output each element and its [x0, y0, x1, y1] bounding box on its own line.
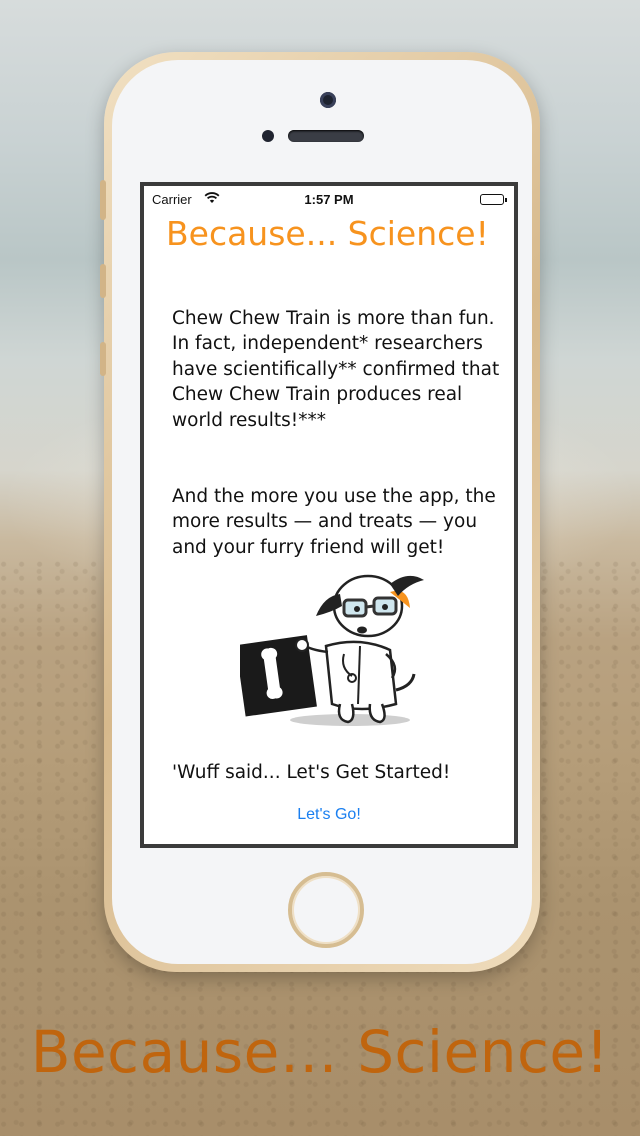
lets-go-button[interactable]: Let's Go!: [144, 806, 514, 824]
home-button[interactable]: [288, 872, 364, 948]
status-bar: Carrier 1:57 PM: [144, 186, 514, 210]
phone-frame: Carrier 1:57 PM Because... Science! Chew…: [100, 52, 540, 972]
scientist-dog-illustration: [240, 574, 424, 726]
intro-text: Chew Chew Train is more than fun. In fac…: [172, 280, 502, 586]
mute-switch: [100, 180, 106, 220]
front-camera: [320, 92, 336, 108]
proximity-sensor: [262, 130, 274, 142]
screen-title: Because... Science!: [166, 214, 489, 253]
promo-caption: Because… Science!: [30, 1018, 610, 1086]
get-started-tagline: 'Wuff said... Let's Get Started!: [172, 762, 451, 783]
app-screen: Carrier 1:57 PM Because... Science! Chew…: [140, 182, 518, 848]
intro-paragraph-1: Chew Chew Train is more than fun. In fac…: [172, 307, 500, 431]
earpiece-speaker: [288, 130, 364, 142]
volume-up-button: [100, 264, 106, 298]
intro-paragraph-2: And the more you use the app, the more r…: [172, 485, 496, 558]
volume-down-button: [100, 342, 106, 376]
battery-icon: [480, 194, 507, 205]
phone-face: Carrier 1:57 PM Because... Science! Chew…: [112, 60, 532, 964]
status-time: 1:57 PM: [304, 192, 354, 207]
